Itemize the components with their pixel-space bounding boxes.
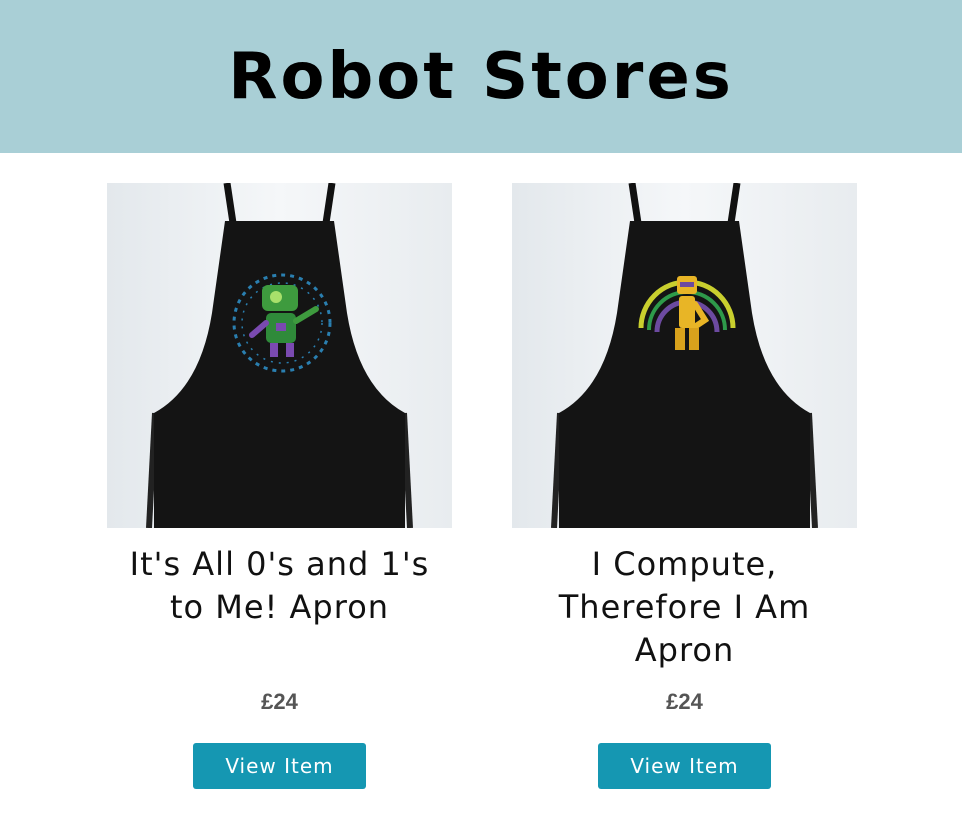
apron-image bbox=[512, 183, 857, 528]
site-header: Robot Stores bbox=[0, 0, 962, 153]
product-image[interactable] bbox=[512, 183, 857, 528]
product-name[interactable]: It's All 0's and 1's to Me! Apron bbox=[130, 543, 430, 673]
product-card: I Compute, Therefore I Am Apron £24 View… bbox=[512, 183, 857, 789]
product-price: £24 bbox=[261, 689, 298, 714]
view-item-button[interactable]: View Item bbox=[193, 743, 366, 789]
site-title: Robot Stores bbox=[228, 39, 734, 114]
product-price: £24 bbox=[666, 689, 703, 714]
product-name[interactable]: I Compute, Therefore I Am Apron bbox=[535, 543, 835, 673]
apron-image bbox=[107, 183, 452, 528]
product-card: It's All 0's and 1's to Me! Apron £24 Vi… bbox=[107, 183, 452, 789]
product-image[interactable] bbox=[107, 183, 452, 528]
product-grid: It's All 0's and 1's to Me! Apron £24 Vi… bbox=[0, 153, 962, 827]
view-item-button[interactable]: View Item bbox=[598, 743, 771, 789]
